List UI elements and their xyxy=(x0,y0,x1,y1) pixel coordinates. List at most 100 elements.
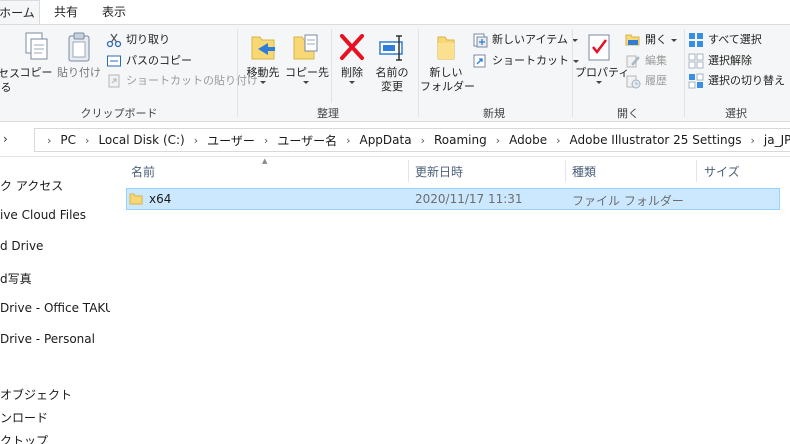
cut-button[interactable]: 切り取り xyxy=(106,31,170,49)
breadcrumb-ja-jp[interactable]: ja_JP xyxy=(764,133,790,147)
column-header-type[interactable]: 種類 xyxy=(572,163,596,180)
file-list: ▲ 名前 更新日時 種類 サイズ x64 2020/11/17 11:31 ファ… xyxy=(110,157,790,444)
nav-item-cloud-drive[interactable]: d Drive xyxy=(0,239,43,253)
select-all-icon xyxy=(689,33,703,47)
breadcrumb-separator-icon[interactable]: › xyxy=(346,134,350,147)
breadcrumb-illustrator-settings[interactable]: Adobe Illustrator 25 Settings xyxy=(570,133,742,147)
scissors-icon xyxy=(106,33,122,48)
chevron-right-icon[interactable]: › xyxy=(3,132,8,146)
invert-selection-label: 選択の切り替え xyxy=(708,74,785,87)
nav-item-creative-cloud[interactable]: ive Cloud Files xyxy=(0,208,86,222)
ribbon-separator xyxy=(684,29,685,117)
column-header-date[interactable]: 更新日時 xyxy=(415,163,463,180)
delete-button[interactable]: 削除 xyxy=(335,31,369,84)
paste-shortcut-label: ショートカットの貼り付け xyxy=(126,74,258,87)
nav-item-quick-access[interactable]: ク アクセス xyxy=(0,177,63,194)
breadcrumb-roaming[interactable]: Roaming xyxy=(434,133,487,147)
breadcrumb-users[interactable]: ユーザー xyxy=(207,132,255,149)
nav-item-3d-objects[interactable]: オブジェクト xyxy=(0,386,72,403)
column-separator[interactable] xyxy=(696,160,697,182)
shortcut-label: ショートカット xyxy=(492,54,569,67)
tab-home[interactable]: ホーム xyxy=(0,0,40,25)
address-bar: › › PC › Local Disk (C:) › ユーザー › ユーザー名 … xyxy=(0,123,790,157)
properties-icon xyxy=(588,34,610,61)
copy-path-button[interactable]: パスのコピー xyxy=(106,52,192,70)
rename-label-line1: 名前の xyxy=(375,66,409,79)
new-folder-label-line2: フォルダー xyxy=(420,80,475,93)
edit-icon xyxy=(626,55,640,68)
breadcrumb-adobe[interactable]: Adobe xyxy=(509,133,547,147)
table-row[interactable]: x64 2020/11/17 11:31 ファイル フォルダー xyxy=(126,188,780,210)
breadcrumb-local-disk[interactable]: Local Disk (C:) xyxy=(98,133,184,147)
delete-caret-icon xyxy=(349,81,355,84)
select-all-button[interactable]: すべて選択 xyxy=(688,31,762,49)
breadcrumb-username[interactable]: ユーザー名 xyxy=(277,132,337,149)
breadcrumb-separator-icon[interactable]: › xyxy=(750,134,754,147)
select-none-label: 選択解除 xyxy=(708,54,752,67)
breadcrumb-separator-icon[interactable]: › xyxy=(264,134,268,147)
paste-shortcut-button[interactable]: ショートカットの貼り付け xyxy=(106,72,258,90)
properties-caret-icon xyxy=(596,81,602,84)
nav-item-downloads[interactable]: ンロード xyxy=(0,409,48,426)
select-none-icon xyxy=(688,53,704,69)
navigation-pane: ク アクセス ive Cloud Files d Drive d写真 Drive… xyxy=(0,157,114,444)
column-separator[interactable] xyxy=(408,160,409,182)
copy-icon xyxy=(25,32,48,60)
edit-button[interactable]: 編集 xyxy=(625,52,667,70)
tab-view[interactable]: 表示 xyxy=(92,0,136,24)
quick-access-label-1: セス xyxy=(0,67,20,80)
breadcrumb-separator-icon[interactable]: › xyxy=(47,134,51,147)
rename-button[interactable]: 名前の 変更 xyxy=(371,31,413,94)
paste-shortcut-icon xyxy=(108,74,120,88)
paste-icon xyxy=(68,32,90,62)
shortcut-button[interactable]: ショートカット xyxy=(472,52,579,70)
nav-item-desktop[interactable]: クトップ xyxy=(0,432,48,444)
open-label: 開く xyxy=(645,33,667,46)
open-caret-icon xyxy=(671,38,677,42)
new-folder-label-line1: 新しい xyxy=(429,66,463,79)
copy-button[interactable]: コピー xyxy=(18,31,54,80)
breadcrumb-separator-icon[interactable]: › xyxy=(556,134,560,147)
ribbon-separator xyxy=(331,29,332,103)
breadcrumb-separator-icon[interactable]: › xyxy=(85,134,89,147)
open-button[interactable]: 開く xyxy=(625,31,677,49)
nav-item-cloud-photos[interactable]: d写真 xyxy=(0,270,32,287)
clipboard-group-label: クリップボード xyxy=(80,107,158,120)
column-header-name[interactable]: 名前 xyxy=(131,163,155,180)
properties-button[interactable]: プロパティ xyxy=(575,31,630,84)
paste-label: 貼り付け xyxy=(57,66,101,79)
invert-selection-icon xyxy=(688,73,704,89)
breadcrumb-pc[interactable]: PC xyxy=(60,133,76,147)
copy-to-folder-icon xyxy=(293,34,318,60)
nav-item-onedrive-office[interactable]: Drive - Office TAKU xyxy=(0,301,114,315)
column-separator[interactable] xyxy=(565,160,566,182)
breadcrumb-appdata[interactable]: AppData xyxy=(359,133,411,147)
history-icon xyxy=(626,75,641,89)
open-folder-icon xyxy=(625,34,640,46)
breadcrumb-separator-icon[interactable]: › xyxy=(496,134,500,147)
folder-icon xyxy=(129,193,143,205)
nav-item-onedrive-personal[interactable]: Drive - Personal xyxy=(0,332,95,346)
cut-label: 切り取り xyxy=(126,33,170,46)
copy-to-caret-icon xyxy=(303,81,309,84)
history-button[interactable]: 履歴 xyxy=(625,72,667,90)
quick-access-button[interactable]: セス る xyxy=(0,67,20,95)
breadcrumb[interactable]: › PC › Local Disk (C:) › ユーザー › ユーザー名 › … xyxy=(34,128,790,152)
ribbon: セス る コピー 貼り付け 切り取り パスのコピー ショートカットの貼り付け ク… xyxy=(0,24,790,122)
breadcrumb-separator-icon[interactable]: › xyxy=(421,134,425,147)
delete-x-icon xyxy=(340,34,364,60)
paste-button[interactable]: 貼り付け xyxy=(56,31,102,80)
properties-label: プロパティ xyxy=(575,66,630,79)
copy-label: コピー xyxy=(19,66,53,79)
new-folder-button[interactable]: 新しい フォルダー xyxy=(420,31,475,94)
breadcrumb-separator-icon[interactable]: › xyxy=(194,134,198,147)
column-header-size[interactable]: サイズ xyxy=(704,163,740,180)
copy-to-button[interactable]: コピー先 xyxy=(285,31,329,84)
new-item-button[interactable]: 新しいアイテム xyxy=(472,31,578,49)
invert-selection-button[interactable]: 選択の切り替え xyxy=(688,72,785,90)
select-none-button[interactable]: 選択解除 xyxy=(688,52,752,70)
move-to-button[interactable]: 移動先 xyxy=(242,31,284,84)
edit-label: 編集 xyxy=(645,54,667,67)
tab-share[interactable]: 共有 xyxy=(44,0,88,24)
file-name: x64 xyxy=(149,192,172,206)
